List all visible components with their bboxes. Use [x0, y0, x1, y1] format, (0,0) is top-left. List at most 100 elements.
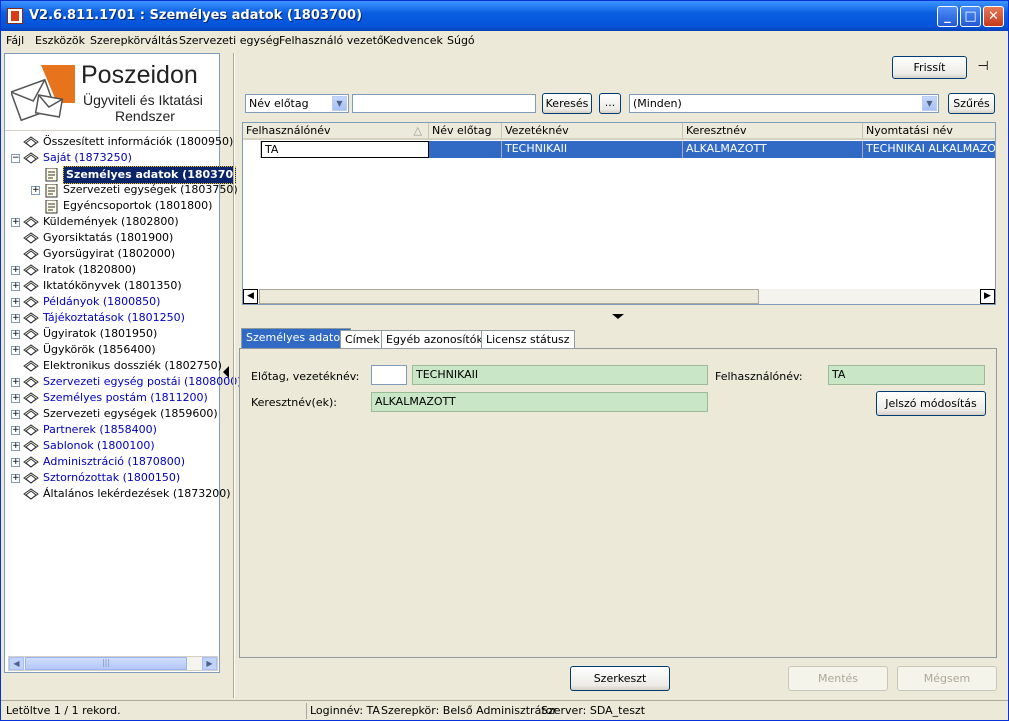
- expand-icon[interactable]: +: [11, 378, 20, 387]
- column-header-surname[interactable]: Vezetéknév: [502, 123, 683, 140]
- tab-personal-data[interactable]: Személyes adatok: [241, 328, 352, 349]
- arrow-down-icon: [612, 314, 624, 319]
- minimize-button[interactable]: _: [937, 6, 958, 27]
- firstname-label: Keresztnév(ek):: [251, 396, 337, 409]
- expand-icon[interactable]: +: [11, 282, 20, 291]
- cancel-button[interactable]: Mégsem: [897, 666, 997, 691]
- expand-icon[interactable]: +: [11, 458, 20, 467]
- diamond-icon: [23, 456, 39, 468]
- expand-icon[interactable]: +: [11, 394, 20, 403]
- pin-icon[interactable]: ⊣: [974, 59, 992, 77]
- diamond-icon: [23, 232, 39, 244]
- column-header-prefix[interactable]: Név előtag: [429, 123, 502, 140]
- expand-icon[interactable]: +: [11, 314, 20, 323]
- cell-username[interactable]: TA: [261, 141, 429, 158]
- scroll-left-icon[interactable]: ◀: [243, 289, 258, 304]
- refresh-button[interactable]: Frissít: [892, 56, 967, 79]
- filter-button[interactable]: Szűrés: [948, 93, 995, 114]
- column-header-print-name[interactable]: Nyomtatási név: [863, 123, 995, 140]
- firstname-field[interactable]: ALKALMAZOTT: [371, 392, 708, 412]
- menu-bar: Fájl Eszközök Szerepkörváltás Szervezeti…: [1, 31, 1008, 50]
- scroll-right-icon[interactable]: ▶: [202, 657, 217, 670]
- expand-icon[interactable]: +: [11, 330, 20, 339]
- expand-icon[interactable]: +: [31, 186, 40, 195]
- expand-icon[interactable]: +: [11, 474, 20, 483]
- expand-icon[interactable]: +: [11, 298, 20, 307]
- search-input[interactable]: [352, 94, 536, 113]
- cell-surname[interactable]: TECHNIKAII: [502, 141, 683, 158]
- surname-field[interactable]: TECHNIKAII: [412, 365, 708, 385]
- expand-icon[interactable]: +: [11, 442, 20, 451]
- pane-divider[interactable]: [233, 53, 235, 698]
- username-field[interactable]: TA: [828, 365, 985, 385]
- sort-ascending-icon: △: [413, 124, 422, 137]
- menu-favorites[interactable]: Kedvencek: [383, 34, 443, 47]
- menu-help[interactable]: Súgó: [447, 34, 475, 47]
- nav-tree: Összesített információk (1800950) − Sajá…: [5, 130, 242, 650]
- diamond-icon: [23, 328, 39, 340]
- poszeidon-logo: Poszeidon Ügyviteli és Iktatási Rendszer: [9, 59, 219, 129]
- diamond-icon: [23, 264, 39, 276]
- detail-splitter[interactable]: [604, 312, 634, 321]
- arrow-left-icon: [223, 366, 229, 378]
- status-records: Letöltve 1 / 1 rekord.: [6, 704, 121, 717]
- tab-addresses[interactable]: Címek: [340, 330, 385, 349]
- search-button[interactable]: Keresés: [542, 93, 592, 114]
- menu-user-manager[interactable]: Felhasználó vezető: [279, 34, 384, 47]
- status-login: Loginnév: TA: [306, 703, 380, 719]
- close-button[interactable]: ✕: [983, 6, 1004, 27]
- diamond-icon: [23, 392, 39, 404]
- username-label: Felhasználónév:: [715, 370, 803, 383]
- tab-license-status[interactable]: Licensz státusz: [481, 330, 575, 349]
- chevron-down-icon: ▼: [922, 96, 937, 111]
- tree-horizontal-scrollbar[interactable]: ◀ ||| ▶: [8, 656, 218, 671]
- maximize-icon: □: [964, 9, 977, 24]
- scroll-right-icon[interactable]: ▶: [980, 289, 995, 304]
- cell-firstname[interactable]: ALKALMAZOTT: [683, 141, 863, 158]
- tab-other-ids[interactable]: Egyéb azonosítók: [381, 330, 488, 349]
- expand-icon[interactable]: +: [11, 266, 20, 275]
- save-button[interactable]: Mentés: [788, 666, 888, 691]
- collapse-icon[interactable]: −: [11, 154, 20, 163]
- diamond-icon: [23, 312, 39, 324]
- filter-select[interactable]: (Minden) ▼: [629, 94, 939, 113]
- scroll-left-icon[interactable]: ◀: [9, 657, 24, 670]
- logo-subtitle-2: Rendszer: [115, 108, 175, 124]
- diamond-icon: [23, 360, 39, 372]
- scroll-thumb[interactable]: [259, 289, 759, 304]
- cell-prefix[interactable]: [429, 141, 502, 158]
- menu-file[interactable]: Fájl: [6, 34, 24, 47]
- expand-icon[interactable]: +: [11, 218, 20, 227]
- menu-tools[interactable]: Eszközök: [35, 34, 85, 47]
- collapse-pane-handle[interactable]: [221, 361, 231, 387]
- logo-subtitle: Ügyviteli és Iktatási: [83, 92, 203, 108]
- change-password-button[interactable]: Jelszó módosítás: [876, 391, 986, 416]
- logo-title: Poszeidon: [81, 61, 198, 89]
- diamond-icon: [23, 296, 39, 308]
- edit-button[interactable]: Szerkeszt: [570, 666, 670, 691]
- expand-icon[interactable]: +: [11, 346, 20, 355]
- expand-icon[interactable]: +: [11, 426, 20, 435]
- row-indicator: [243, 141, 261, 158]
- diamond-icon: [23, 344, 39, 356]
- title-bar[interactable]: V2.6.811.1701 : Személyes adatok (180370…: [1, 1, 1008, 31]
- diamond-icon: [23, 440, 39, 452]
- menu-org-unit[interactable]: Szervezeti egység: [179, 34, 279, 47]
- menu-role-switch[interactable]: Szerepkörváltás: [90, 34, 178, 47]
- diamond-icon: [23, 280, 39, 292]
- prefix-field[interactable]: [371, 365, 407, 385]
- column-header-firstname[interactable]: Keresztnév: [683, 123, 863, 140]
- expand-icon[interactable]: +: [11, 410, 20, 419]
- scroll-thumb[interactable]: |||: [25, 657, 187, 670]
- document-icon: [43, 199, 59, 214]
- app-icon: [7, 8, 23, 24]
- cell-print-name[interactable]: TECHNIKAI ALKALMAZOTT: [863, 141, 995, 158]
- ellipsis-button[interactable]: ...: [599, 93, 621, 114]
- search-field-select[interactable]: Név előtag ▼: [245, 94, 349, 113]
- diamond-icon: [23, 472, 39, 484]
- diamond-icon: [23, 376, 39, 388]
- maximize-button[interactable]: □: [960, 6, 981, 27]
- status-bar: Letöltve 1 / 1 rekord. Loginnév: TA Szer…: [1, 700, 1008, 720]
- column-header-username[interactable]: Felhasználónév △: [243, 123, 429, 140]
- grid-horizontal-scrollbar[interactable]: ◀ ▶: [243, 289, 995, 304]
